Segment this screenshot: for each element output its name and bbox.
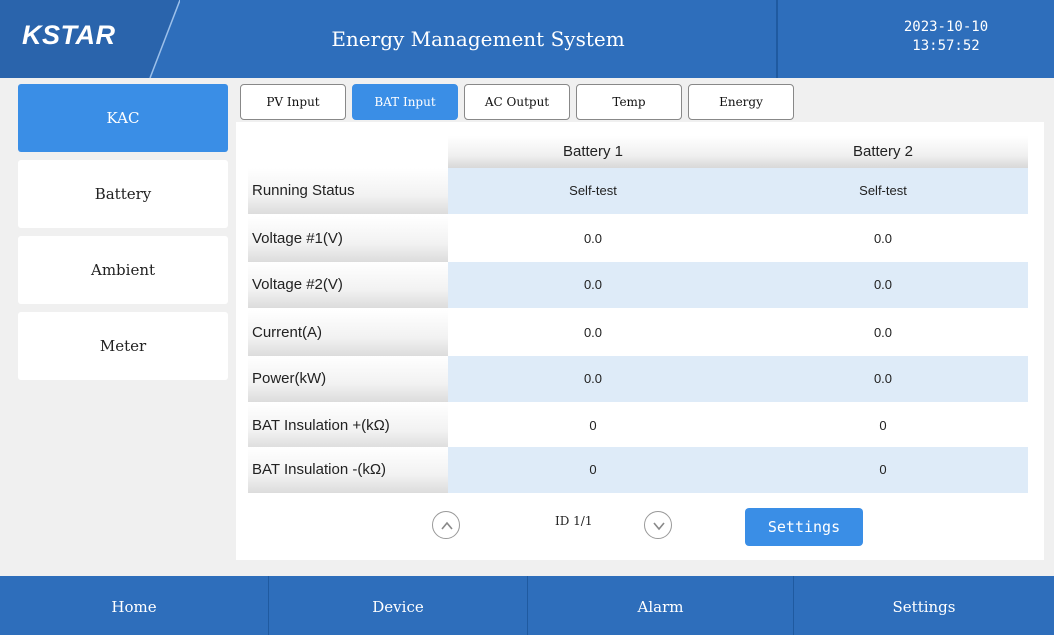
kstar-logo: KSTAR <box>22 20 116 50</box>
nav-settings[interactable]: Settings <box>794 576 1054 635</box>
table-row: Voltage #2(V) 0.0 0.0 <box>248 262 1028 308</box>
battery-1-value: 0.0 <box>583 231 603 246</box>
sidebar-item-ambient[interactable]: Ambient <box>18 236 228 304</box>
settings-button[interactable]: Settings <box>745 508 863 546</box>
sidebar-item-meter[interactable]: Meter <box>18 312 228 380</box>
battery-1-value: 0.0 <box>583 325 603 340</box>
column-header-battery-2: Battery 2 <box>738 136 1028 168</box>
tab-pv-input[interactable]: PV Input <box>240 84 346 120</box>
table-row: Current(A) 0.0 0.0 <box>248 310 1028 356</box>
column-header-battery-1: Battery 1 <box>448 136 738 168</box>
tab-temp[interactable]: Temp <box>576 84 682 120</box>
table-header-row: Battery 1 Battery 2 <box>248 122 1028 168</box>
system-title: Energy Management System <box>331 27 625 51</box>
battery-2-value: 0.0 <box>738 356 1028 402</box>
row-label: Current(A) <box>248 310 448 356</box>
battery-2-value: 0 <box>738 447 1028 493</box>
battery-2-value: 0.0 <box>738 262 1028 308</box>
page-indicator: ID 1/1 <box>555 514 593 528</box>
battery-2-value: 0 <box>879 418 887 433</box>
table-row: BAT Insulation -(kΩ) 0 0 <box>248 447 1028 493</box>
app-header: KSTAR Energy Management System 2023-10-1… <box>0 0 1054 78</box>
battery-1-value: 0.0 <box>448 356 738 402</box>
nav-home[interactable]: Home <box>0 576 268 635</box>
table-row: Running Status Self-test Self-test <box>248 168 1028 214</box>
tab-ac-output[interactable]: AC Output <box>464 84 570 120</box>
battery-2-value: 0.0 <box>873 325 893 340</box>
page-down-button[interactable] <box>644 511 672 539</box>
bottom-nav: Home Device Alarm Settings <box>0 576 1054 635</box>
battery-2-value: Self-test <box>738 168 1028 214</box>
date-text: 2023-10-10 <box>903 19 989 35</box>
battery-1-value: Self-test <box>448 168 738 214</box>
row-label: Voltage #1(V) <box>248 216 448 262</box>
row-label: BAT Insulation -(kΩ) <box>248 447 448 493</box>
table-row: Voltage #1(V) 0.0 0.0 <box>248 216 1028 262</box>
sidebar-item-kac[interactable]: KAC <box>18 84 228 152</box>
battery-2-value: 0.0 <box>873 231 893 246</box>
sidebar-item-battery[interactable]: Battery <box>18 160 228 228</box>
datetime-display: 2023-10-10 13:57:52 <box>778 18 1054 56</box>
chevron-up-icon <box>441 521 453 530</box>
tab-energy[interactable]: Energy <box>688 84 794 120</box>
battery-1-value: 0.0 <box>448 262 738 308</box>
nav-device[interactable]: Device <box>269 576 527 635</box>
row-label: Voltage #2(V) <box>248 262 448 308</box>
sidebar: KAC Battery Ambient Meter <box>0 78 236 575</box>
table-corner <box>248 122 448 168</box>
row-label: Running Status <box>248 168 448 214</box>
page-up-button[interactable] <box>432 511 460 539</box>
chevron-down-icon <box>653 522 665 531</box>
logo-area: KSTAR <box>0 0 180 78</box>
table-row: Power(kW) 0.0 0.0 <box>248 356 1028 402</box>
battery-1-value: 0 <box>448 447 738 493</box>
time-text: 13:57:52 <box>912 38 980 54</box>
battery-1-value: 0 <box>589 418 597 433</box>
table-row: BAT Insulation +(kΩ) 0 0 <box>248 403 1028 449</box>
nav-alarm[interactable]: Alarm <box>528 576 793 635</box>
tab-bat-input[interactable]: BAT Input <box>352 84 458 120</box>
row-label: BAT Insulation +(kΩ) <box>248 403 448 449</box>
row-label: Power(kW) <box>248 356 448 402</box>
